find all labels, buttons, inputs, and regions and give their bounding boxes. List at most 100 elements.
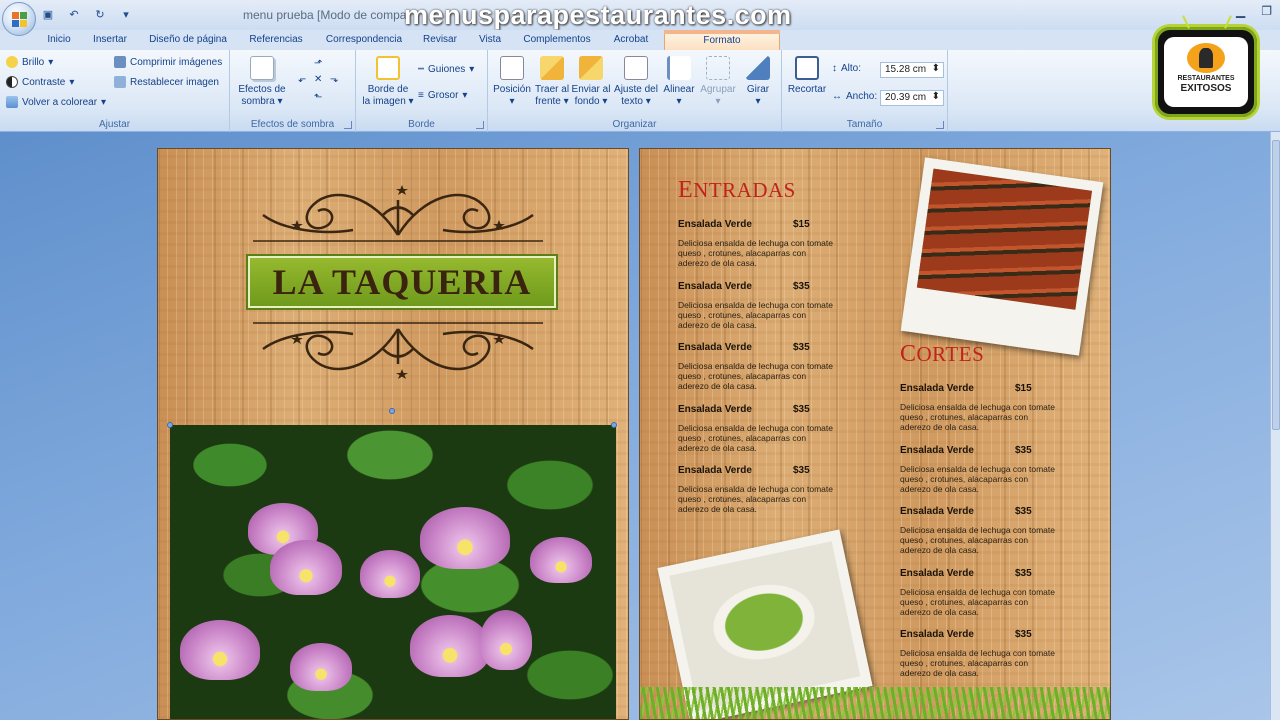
tab-vista[interactable]: Vista xyxy=(472,32,508,50)
lily-flower xyxy=(480,610,532,670)
restaurant-name-banner[interactable]: LA TAQUERIA xyxy=(248,256,556,308)
menu-item-name: Ensalada Verde xyxy=(900,383,974,394)
alto-label: Alto: xyxy=(841,63,862,74)
minimize-icon[interactable]: ▁ xyxy=(1236,4,1245,18)
guiones-button[interactable]: ┅ Guiones ▾ xyxy=(418,64,474,75)
recortar-button[interactable]: Recortar xyxy=(786,56,828,96)
ajuste-texto-button[interactable]: Ajuste del texto ▾ xyxy=(612,56,660,108)
efectos-sombra-button[interactable]: Efectos de sombra ▾ xyxy=(234,56,290,108)
posicion-button[interactable]: Posición ▾ xyxy=(490,56,534,108)
ornament-bottom xyxy=(253,322,543,379)
menu-item: Ensalada Verde $15 Deliciosa ensalda de le… xyxy=(900,383,1070,432)
watermark: menusparарestaurantes.com xyxy=(404,0,792,30)
menu-item-description: Deliciosa ensalda de lechuga con tomate … xyxy=(678,422,833,453)
spinner-icon[interactable]: ⬍ xyxy=(932,63,940,74)
nudge-right-icon[interactable]: ⬎ xyxy=(330,74,338,85)
tab-diseno-pagina[interactable]: Diseño de página xyxy=(142,32,234,50)
section-title-entradas: ENTRADAS xyxy=(678,177,796,203)
selection-handle[interactable] xyxy=(167,422,173,428)
vertical-scrollbar[interactable] xyxy=(1270,132,1280,720)
position-icon xyxy=(500,56,524,80)
group-label-tamano: Tamaño xyxy=(846,119,883,130)
restablecer-imagen-button[interactable]: Restablecer imagen xyxy=(114,76,219,88)
nudge-left-icon[interactable]: ⬐ xyxy=(298,74,306,85)
save-icon[interactable]: ▣ xyxy=(40,6,56,22)
menu-item-name: Ensalada Verde xyxy=(678,219,752,230)
undo-icon[interactable]: ↶ xyxy=(66,6,82,22)
ancho-input[interactable]: 20.39 cm ⬍ xyxy=(880,90,944,106)
restablecer-label: Restablecer imagen xyxy=(130,76,219,88)
customize-qat-icon[interactable]: ▾ xyxy=(118,6,134,22)
recolor-icon xyxy=(6,96,18,108)
enviar-fondo-button[interactable]: Enviar al fondo ▾ xyxy=(570,56,612,108)
spinner-icon[interactable]: ⬍ xyxy=(932,91,940,102)
dropdown-arrow-icon: ▾ xyxy=(509,96,515,107)
comprimir-imagenes-button[interactable]: Comprimir imágenes xyxy=(114,56,222,68)
scrollbar-thumb[interactable] xyxy=(1272,140,1280,430)
menu-item-price: $35 xyxy=(1015,567,1032,579)
menu-item-name: Ensalada Verde xyxy=(678,280,752,292)
grosor-label: Grosor xyxy=(427,90,459,101)
ribbon-tabs: Inicio Insertar Diseño de página Referen… xyxy=(0,30,1280,50)
dialog-launcher-icon[interactable] xyxy=(476,121,484,129)
menu-item-description: Deliciosa ensalda de lechuga con tomate … xyxy=(678,299,833,330)
group-ajustar: Brillo ▾ Contraste ▾ Volver a colorear ▾ Co… xyxy=(0,50,230,132)
nudge-down-icon[interactable]: ⬑ xyxy=(314,92,322,103)
group-label-organizar: Organizar xyxy=(612,119,657,130)
rotate-icon xyxy=(746,56,770,80)
traer-frente-button[interactable]: Traer al frente ▾ xyxy=(532,56,572,108)
logo-text-1: RESTAURANTES xyxy=(1177,75,1235,82)
rotation-handle[interactable] xyxy=(389,408,395,414)
ajuste-label-1: Ajuste del xyxy=(614,84,658,95)
tab-referencias[interactable]: Referencias xyxy=(244,32,308,50)
menu-item: Ensalada Verde $35 Deliciosa ensalda de le… xyxy=(900,568,1070,617)
nudge-up-icon[interactable]: ⬏ xyxy=(314,58,322,69)
ajuste-label-2: texto ▾ xyxy=(621,96,651,107)
grosor-button[interactable]: ≡ Grosor ▾ xyxy=(418,90,467,101)
menu-item: Ensalada Verde $15 Deliciosa ensalda de le… xyxy=(678,219,848,268)
girar-button[interactable]: Girar ▾ xyxy=(740,56,776,108)
dialog-launcher-icon[interactable] xyxy=(936,121,944,129)
tab-correspondencia[interactable]: Correspondencia xyxy=(318,32,410,50)
comprimir-label: Comprimir imágenes xyxy=(130,56,223,68)
title-bar: ▣ ↶ ↻ ▾ menu prueba [Modo de compa menus… xyxy=(0,0,1280,30)
selection-handle[interactable] xyxy=(611,422,617,428)
borde-imagen-button[interactable]: Borde de la imagen ▾ xyxy=(360,56,416,108)
dashes-icon: ┅ xyxy=(418,64,425,75)
menu-item-description: Deliciosa ensalda de lechuga con tomate … xyxy=(900,648,1055,678)
dialog-launcher-icon[interactable] xyxy=(344,121,352,129)
contextual-tab-indicator xyxy=(664,30,780,34)
alinear-button[interactable]: Alinear ▾ xyxy=(660,56,698,108)
dropdown-arrow-icon: ▾ xyxy=(715,96,721,107)
traer-label-2: frente ▾ xyxy=(535,96,569,107)
tab-acrobat[interactable]: Acrobat xyxy=(606,32,656,50)
alto-row: ↕ Alto: xyxy=(832,63,861,74)
efectos-label-1: Efectos de xyxy=(238,84,286,95)
page-right: ENTRADAS Ensalada Verde $15 Deliciosa ensa… xyxy=(639,148,1111,720)
redo-icon[interactable]: ↻ xyxy=(92,6,108,22)
dropdown-arrow-icon: ▾ xyxy=(676,96,682,107)
restaurantes-exitosos-logo: RESTAURANTES EXITOSOS xyxy=(1152,15,1260,120)
agrupar-button[interactable]: Agrupar ▾ xyxy=(696,56,740,108)
tab-inicio[interactable]: Inicio xyxy=(40,32,78,50)
group-label-ajustar: Ajustar xyxy=(98,119,131,130)
tab-revisar[interactable]: Revisar xyxy=(418,32,462,50)
water-lily-photo[interactable] xyxy=(170,425,616,719)
send-back-icon xyxy=(579,56,603,80)
menu-item: Ensalada Verde $35 Deliciosa ensalda de le… xyxy=(678,465,848,514)
menu-item: Ensalada Verde $35 Deliciosa ensalda de le… xyxy=(678,404,848,453)
brillo-button[interactable]: Brillo ▾ xyxy=(6,56,53,68)
alto-input[interactable]: 15.28 cm ⬍ xyxy=(880,62,944,78)
shadow-toggle-icon[interactable]: ✕ xyxy=(314,74,322,85)
sausages-photo[interactable] xyxy=(900,157,1104,356)
restaurant-name: LA TAQUERIA xyxy=(272,262,532,302)
office-button[interactable] xyxy=(2,2,36,36)
volver-colorear-button[interactable]: Volver a colorear ▾ xyxy=(6,96,106,108)
tab-formato[interactable]: Formato xyxy=(664,32,780,50)
contraste-button[interactable]: Contraste ▾ xyxy=(6,76,74,88)
maximize-icon[interactable]: ❐ xyxy=(1261,4,1272,18)
tab-complementos[interactable]: Complementos xyxy=(516,32,598,50)
tab-insertar[interactable]: Insertar xyxy=(84,32,136,50)
lily-flower xyxy=(180,620,260,680)
height-icon: ↕ xyxy=(832,63,837,74)
